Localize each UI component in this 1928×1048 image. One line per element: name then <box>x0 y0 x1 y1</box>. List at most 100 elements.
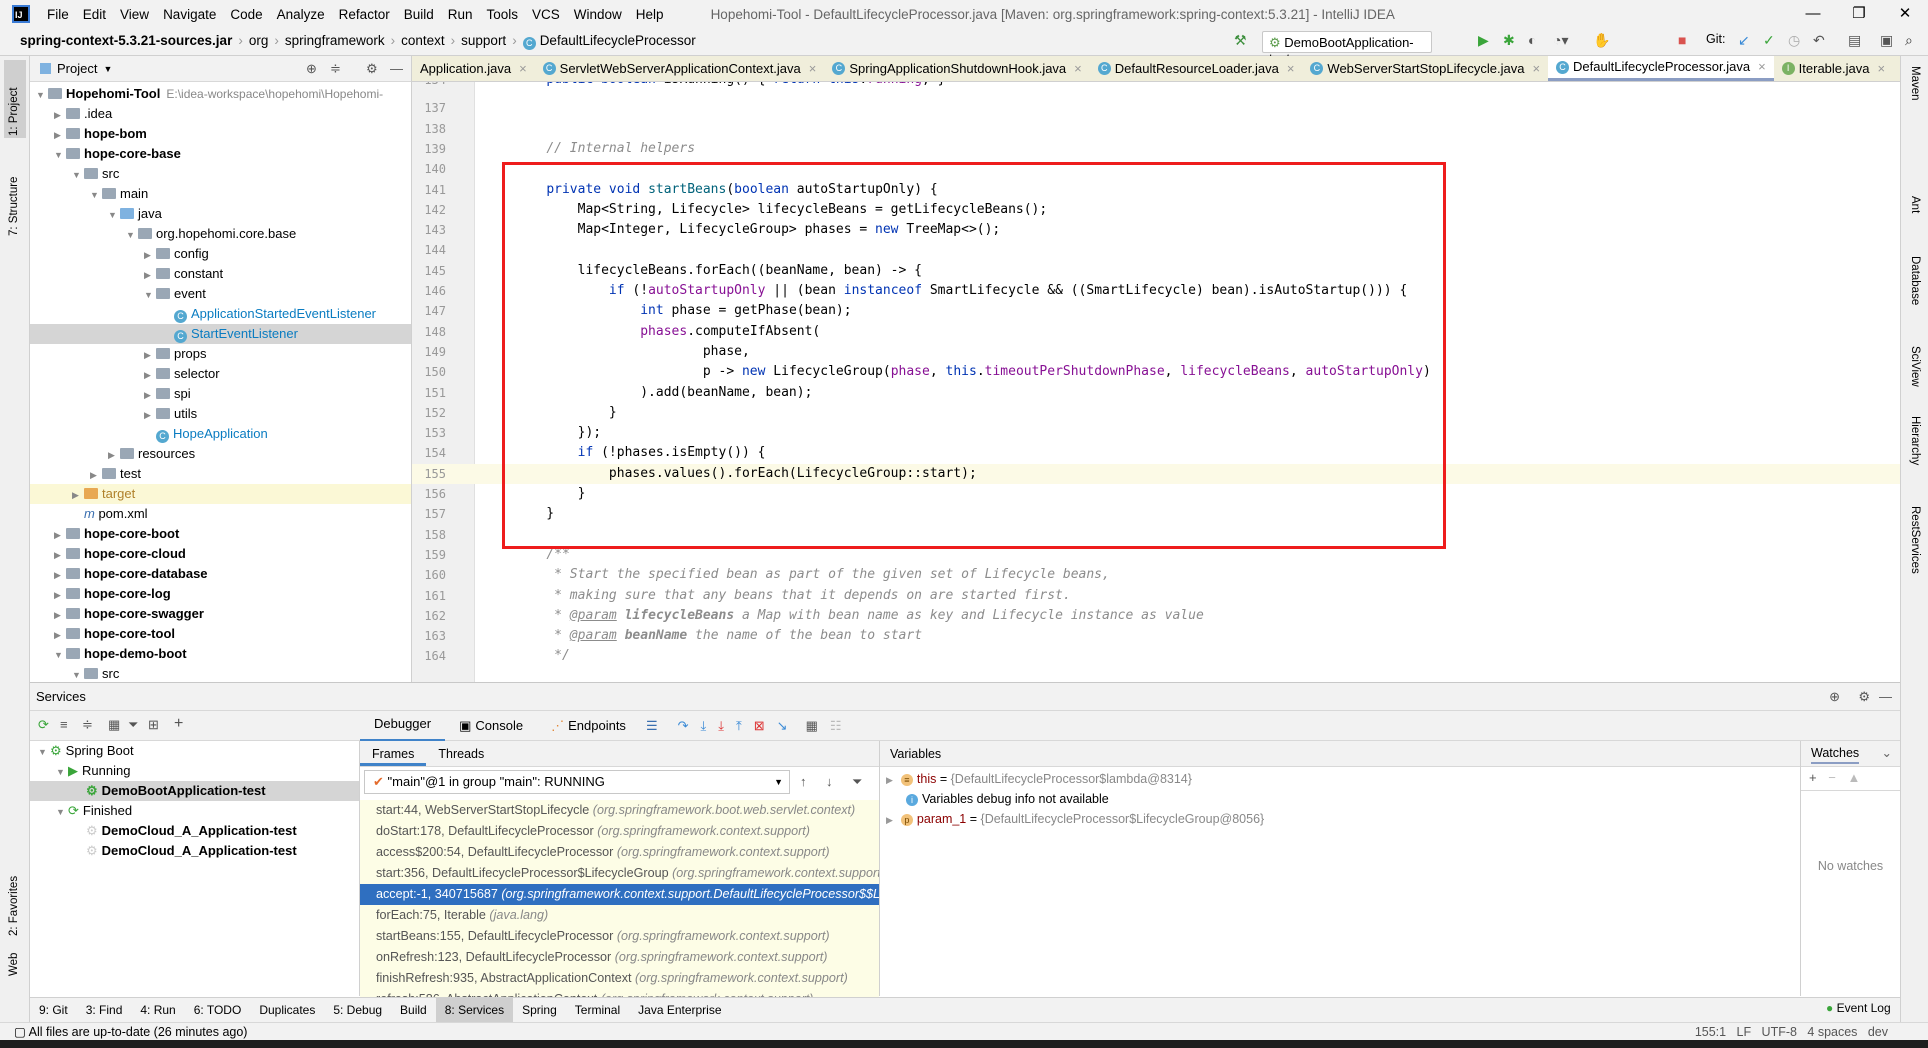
chevron-right-icon[interactable]: ▶ <box>54 565 66 585</box>
service-item[interactable]: ▼ ▶ Running <box>30 761 359 781</box>
tree-item[interactable]: ▶ constant <box>30 264 411 284</box>
close-tab-icon[interactable]: × <box>519 56 527 81</box>
menu-view[interactable]: View <box>113 7 156 22</box>
editor-tab[interactable]: I Iterable.java × <box>1774 56 1893 81</box>
tree-item[interactable]: ▶ .idea <box>30 104 411 124</box>
service-item[interactable]: ⚙ DemoCloud_A_Application-test <box>30 821 359 841</box>
expand-icon[interactable]: ▶ <box>886 775 893 785</box>
stack-frame[interactable]: onRefresh:123, DefaultLifecycleProcessor… <box>360 947 879 968</box>
editor-tab[interactable]: C WebServerStartStopLifecycle.java × <box>1302 56 1548 81</box>
editor-tab[interactable]: C DefaultResourceLoader.java × <box>1090 56 1303 81</box>
service-item[interactable]: ⚙ DemoBootApplication-test <box>30 781 359 801</box>
stack-frame[interactable]: start:356, DefaultLifecycleProcessor$Lif… <box>360 863 879 884</box>
tool-project[interactable]: 1: Project <box>8 87 20 136</box>
project-panel-title[interactable]: Project <box>57 61 97 76</box>
editor-tab[interactable]: C DefaultLifecycleProcessor.java × <box>1548 56 1774 81</box>
layout-icon[interactable]: ☰ <box>646 718 658 734</box>
menu-run[interactable]: Run <box>441 7 480 22</box>
target-icon[interactable]: ⊕ <box>1829 683 1840 711</box>
chevron-right-icon[interactable]: ▶ <box>54 105 66 125</box>
run-configuration-select[interactable]: ⚙ DemoBootApplication-test ▼ <box>1262 31 1432 66</box>
chevron-down-icon[interactable]: ▼ <box>54 145 66 165</box>
tool-button-todo[interactable]: 6: TODO <box>185 998 251 1022</box>
chevron-down-icon[interactable]: ▼ <box>144 285 156 305</box>
run-to-cursor-icon[interactable]: ↘ <box>777 718 788 734</box>
menu-build[interactable]: Build <box>397 7 441 22</box>
tool-button-build[interactable]: Build <box>391 998 436 1022</box>
tree-item[interactable]: ▶ hope-core-boot <box>30 524 411 544</box>
chevron-right-icon[interactable]: ▶ <box>144 385 156 405</box>
tool-hierarchy[interactable]: Hierarchy <box>1909 416 1921 465</box>
tree-item[interactable]: m pom.xml <box>30 504 411 524</box>
chevron-down-icon[interactable]: ▼ <box>56 762 68 782</box>
line-separator[interactable]: LF <box>1737 1025 1752 1039</box>
tabs-overflow-icon[interactable]: ⌄ <box>1893 56 1900 81</box>
tool-button-duplicates[interactable]: Duplicates <box>250 998 324 1022</box>
locate-icon[interactable]: ⊕ <box>306 61 317 77</box>
chevron-down-icon[interactable]: ▼ <box>108 205 120 225</box>
close-tab-icon[interactable]: × <box>1758 56 1766 80</box>
tool-favorites[interactable]: 2: Favorites <box>8 876 20 936</box>
drop-frame-icon[interactable]: ⊠ <box>754 718 765 734</box>
tab-endpoints[interactable]: ⋰ Endpoints <box>537 711 640 741</box>
new-tab-icon[interactable]: ⊞ <box>148 717 159 733</box>
step-into-icon[interactable]: ⤓ <box>701 718 707 734</box>
variable-row[interactable]: i Variables debug info not available <box>880 789 1800 809</box>
tool-button-javaenterprise[interactable]: Java Enterprise <box>629 998 730 1022</box>
tool-maven[interactable]: Maven <box>1909 66 1921 101</box>
git-branch[interactable]: dev <box>1868 1025 1888 1039</box>
tree-item[interactable]: ▼ src <box>30 164 411 184</box>
profile-icon[interactable]: ◔▾ <box>1553 32 1568 49</box>
breadcrumb-item[interactable]: org <box>249 33 269 48</box>
tree-item[interactable]: C HopeApplication <box>30 424 411 444</box>
gear-icon[interactable]: ⚙ <box>366 61 378 77</box>
chevron-right-icon[interactable]: ▶ <box>54 125 66 145</box>
menu-refactor[interactable]: Refactor <box>332 7 397 22</box>
chevron-right-icon[interactable]: ▶ <box>144 345 156 365</box>
filter-frames-icon[interactable]: ⏷ <box>852 774 862 790</box>
tab-debugger[interactable]: Debugger <box>360 709 446 742</box>
tree-item[interactable]: ▼ src <box>30 664 411 684</box>
close-window-button[interactable]: ✕ <box>1882 0 1928 28</box>
menu-code[interactable]: Code <box>223 7 269 22</box>
minimize-panel-icon[interactable]: — <box>1879 683 1892 711</box>
chevron-down-icon[interactable]: ▼ <box>54 645 66 665</box>
tool-button-run[interactable]: 4: Run <box>131 998 184 1022</box>
tree-item[interactable]: ▶ hope-bom <box>30 124 411 144</box>
tree-item[interactable]: ▶ resources <box>30 444 411 464</box>
tool-button-git[interactable]: 9: Git <box>30 998 77 1022</box>
chevron-right-icon[interactable]: ▶ <box>144 265 156 285</box>
variable-row[interactable]: ▶ ≡ this = {DefaultLifecycleProcessor$lamb… <box>880 769 1800 789</box>
evaluate-icon[interactable]: ▦ <box>806 718 818 734</box>
tree-item[interactable]: ▶ hope-core-log <box>30 584 411 604</box>
rerun-icon[interactable]: ⟳ <box>38 717 49 733</box>
stop-icon[interactable]: ■ <box>1678 32 1686 48</box>
tree-item[interactable]: C StartEventListener <box>30 324 411 344</box>
menu-file[interactable]: File <box>40 7 76 22</box>
menu-help[interactable]: Help <box>629 7 671 22</box>
breadcrumb-item[interactable]: springframework <box>285 33 385 48</box>
close-tab-icon[interactable]: × <box>1287 56 1295 81</box>
chevron-right-icon[interactable]: ▶ <box>144 245 156 265</box>
git-commit-icon[interactable]: ✓ <box>1763 32 1775 49</box>
tree-item[interactable]: ▶ selector <box>30 364 411 384</box>
stack-frame[interactable]: access$200:54, DefaultLifecycleProcessor… <box>360 842 879 863</box>
run-icon[interactable]: ▶ <box>1478 32 1489 49</box>
chevron-down-icon[interactable]: ▼ <box>38 742 50 762</box>
tool-button-terminal[interactable]: Terminal <box>566 998 629 1022</box>
chevron-right-icon[interactable]: ▶ <box>144 405 156 425</box>
move-up-icon[interactable]: ▲ <box>1847 770 1860 785</box>
tree-item[interactable]: C ApplicationStartedEventListener <box>30 304 411 324</box>
tree-item[interactable]: ▼ main <box>30 184 411 204</box>
service-item[interactable]: ▼ ⟳ Finished <box>30 801 359 821</box>
tool-web[interactable]: Web <box>8 953 20 976</box>
history-icon[interactable]: ◷ <box>1788 32 1800 49</box>
tool-button-spring[interactable]: Spring <box>513 998 566 1022</box>
watches-title[interactable]: Watches <box>1811 746 1860 764</box>
chevron-right-icon[interactable]: ▶ <box>144 365 156 385</box>
stack-frame[interactable]: startBeans:155, DefaultLifecycleProcesso… <box>360 926 879 947</box>
menu-edit[interactable]: Edit <box>76 7 113 22</box>
tree-item[interactable]: ▶ utils <box>30 404 411 424</box>
force-step-into-icon[interactable]: ⤓ <box>718 718 724 734</box>
stack-frame[interactable]: forEach:75, Iterable (java.lang) <box>360 905 879 926</box>
